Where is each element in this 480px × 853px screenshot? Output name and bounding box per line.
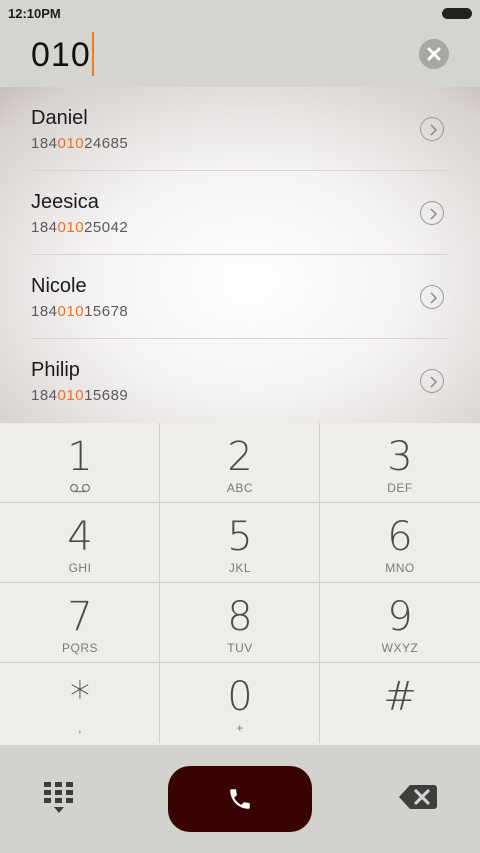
contact-phone: 18401015689	[31, 387, 129, 404]
key-hash[interactable]: #	[320, 663, 480, 743]
dial-number-text: 010	[31, 36, 91, 74]
key-7[interactable]: 7 PQRS	[0, 583, 160, 663]
key-digit: 7	[67, 594, 93, 640]
key-letters: MNO	[385, 561, 415, 575]
contact-name: Nicole	[31, 275, 87, 297]
contact-phone: 18401024685	[31, 135, 129, 152]
key-digit: 3	[387, 434, 413, 480]
clear-icon[interactable]	[419, 39, 449, 69]
contact-row[interactable]: Nicole 18401015678	[0, 255, 480, 339]
text-cursor	[91, 32, 94, 77]
key-star[interactable]: * ,	[0, 663, 160, 743]
key-digit: 6	[387, 514, 413, 560]
dial-keypad: 1 2 ABC 3 DEF 4 GHI 5 JKL 6 MNO 7 PQRS 8…	[0, 423, 480, 745]
key-3[interactable]: 3 DEF	[320, 423, 480, 503]
contact-suggestion-list: Daniel 18401024685 Jeesica 18401025042 N…	[0, 87, 480, 423]
backspace-icon[interactable]	[398, 783, 438, 811]
key-0[interactable]: 0 +	[160, 663, 320, 743]
matched-digits: 010	[57, 387, 85, 404]
key-letters: ABC	[226, 481, 254, 495]
key-digit: *	[70, 674, 90, 720]
contact-row[interactable]: Jeesica 18401025042	[0, 171, 480, 255]
key-digit: #	[383, 674, 417, 720]
dialer-action-bar	[0, 745, 480, 853]
key-8[interactable]: 8 TUV	[160, 583, 320, 663]
contact-row[interactable]: Daniel 18401024685	[0, 87, 480, 171]
call-button[interactable]	[168, 766, 312, 832]
chevron-right-icon[interactable]	[420, 201, 444, 225]
key-letters: DEF	[387, 481, 413, 495]
key-digit: 9	[387, 594, 413, 640]
contact-name: Daniel	[31, 107, 88, 129]
key-digit: 2	[227, 434, 253, 480]
key-letters: WXYZ	[381, 641, 419, 655]
contact-row[interactable]: Philip 18401015689	[0, 339, 480, 423]
key-digit: 8	[227, 594, 253, 640]
status-time: 12:10PM	[8, 6, 61, 21]
key-9[interactable]: 9 WXYZ	[320, 583, 480, 663]
status-bar: 12:10PM	[0, 0, 480, 26]
key-6[interactable]: 6 MNO	[320, 503, 480, 583]
key-5[interactable]: 5 JKL	[160, 503, 320, 583]
matched-digits: 010	[57, 135, 85, 152]
key-digit: 4	[67, 514, 93, 560]
key-2[interactable]: 2 ABC	[160, 423, 320, 503]
key-letters: TUV	[227, 641, 253, 655]
contact-name: Philip	[31, 359, 80, 381]
key-digit: 1	[67, 434, 93, 480]
key-letters: +	[236, 721, 244, 735]
contact-phone: 18401025042	[31, 219, 129, 236]
battery-icon	[442, 8, 472, 19]
chevron-right-icon[interactable]	[420, 285, 444, 309]
key-letters: ,	[78, 721, 82, 735]
matched-digits: 010	[57, 219, 85, 236]
chevron-right-icon[interactable]	[420, 369, 444, 393]
key-letters: JKL	[228, 561, 252, 575]
key-digit: 5	[227, 514, 253, 560]
key-letters: GHI	[68, 561, 92, 575]
contact-phone: 18401015678	[31, 303, 129, 320]
matched-digits: 010	[57, 303, 85, 320]
key-digit: 0	[227, 674, 253, 720]
voicemail-icon	[69, 483, 91, 493]
chevron-right-icon[interactable]	[420, 117, 444, 141]
dialpad-icon[interactable]	[44, 782, 74, 814]
key-letters: PQRS	[61, 641, 98, 655]
key-4[interactable]: 4 GHI	[0, 503, 160, 583]
dial-input-bar: 010	[0, 26, 480, 87]
phone-icon	[230, 789, 250, 809]
key-1[interactable]: 1	[0, 423, 160, 503]
contact-name: Jeesica	[31, 191, 99, 213]
dial-number-field[interactable]: 010	[31, 32, 94, 77]
